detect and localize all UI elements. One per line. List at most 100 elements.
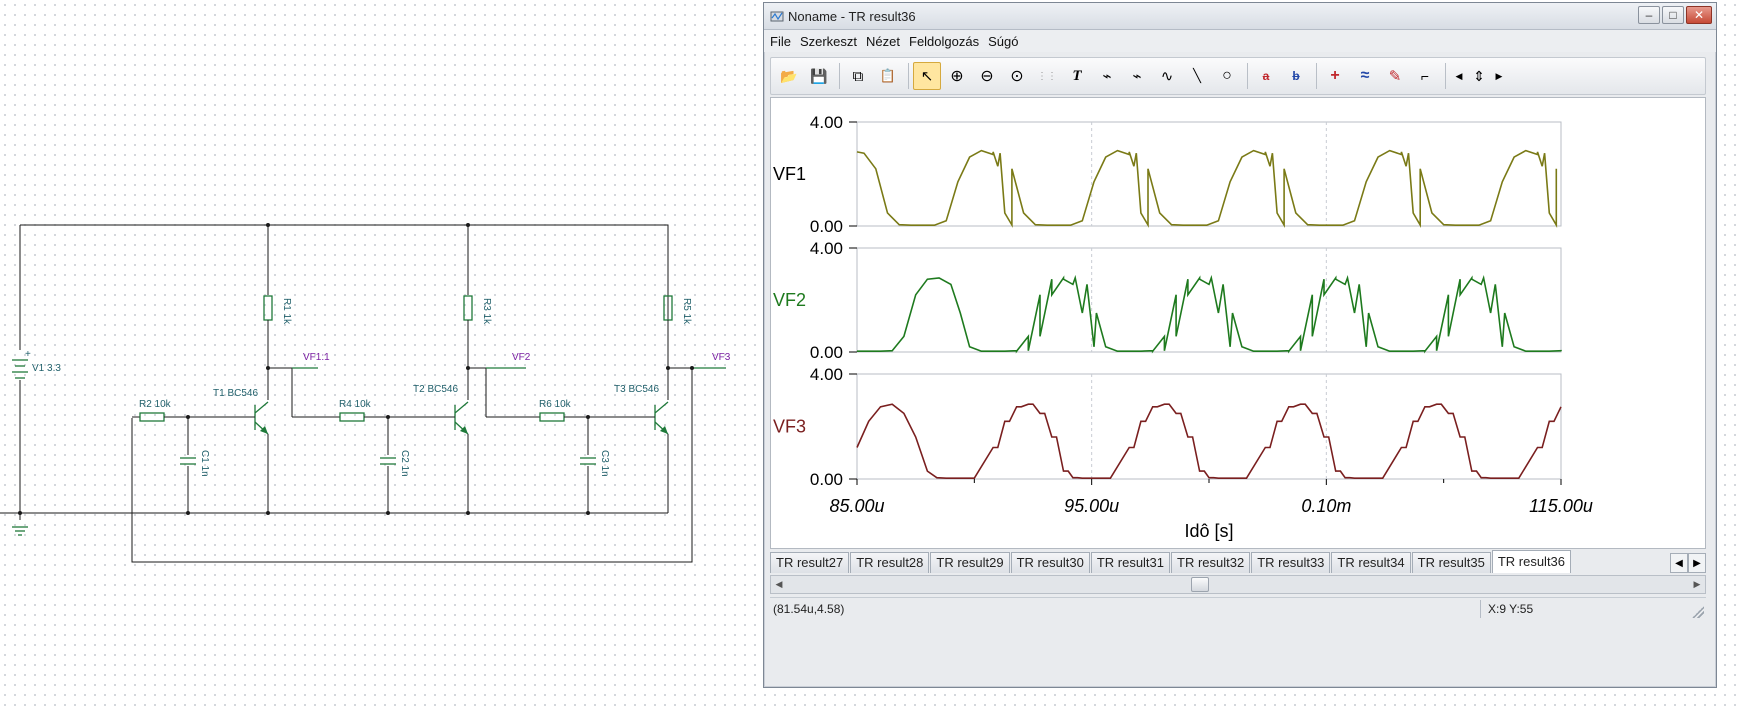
result-tabs: TR result27 TR result28 TR result29 TR r… [770,550,1706,573]
pointer-button[interactable]: ↖ [913,62,941,90]
next-button[interactable]: ▶ [1490,62,1508,90]
cursor-b-button[interactable]: b [1282,62,1310,90]
horizontal-scrollbar[interactable]: ◀ ▶ [770,575,1706,594]
menu-file[interactable]: File [770,34,791,49]
cursor-a-button[interactable]: a [1252,62,1280,90]
y-tick-min: 0.00 [810,470,843,489]
text-icon: T [1072,67,1082,84]
line-button[interactable]: ╲ [1183,62,1211,90]
tab-scroll-left-button[interactable]: ◀ [1670,553,1688,573]
tab-tr-result35[interactable]: TR result35 [1411,552,1491,573]
close-button[interactable]: ✕ [1686,6,1712,24]
waveform-charts[interactable]: 4.00 0.00 VF1 4.00 0.00 VF2 4.00 0.00 VF3 85.00u… [771,98,1703,546]
y-tick-min: 0.00 [810,217,843,236]
panel-vf3[interactable]: 4.00 0.00 VF3 [773,365,1562,489]
marker2-button[interactable]: ⌁ [1123,62,1151,90]
title-bar[interactable]: Noname - TR result36 – □ ✕ [764,3,1716,30]
text-button[interactable]: T [1063,62,1091,90]
plot-frame [856,121,1562,227]
r6-label: R6 10k [539,399,572,410]
tab-tr-result29[interactable]: TR result29 [930,552,1010,573]
menu-edit[interactable]: Szerkeszt [800,34,857,49]
t2-label: T2 BC546 [413,384,458,395]
prev-button[interactable]: ◀ [1450,62,1468,90]
cursor-b-icon: b [1292,69,1300,83]
series-label-vf1: VF1 [773,164,806,184]
window-title: Noname - TR result36 [788,9,916,24]
minimize-button[interactable]: – [1638,6,1660,24]
resistor-r4[interactable] [339,412,365,422]
save-button[interactable]: 💾 [805,62,833,90]
panel-vf2[interactable]: 4.00 0.00 VF2 [773,239,1562,362]
zoom-100-icon: ⊙ [1010,68,1024,85]
x-tick-label: 0.10m [1301,496,1351,516]
status-bar: (81.54u,4.58) X:9 Y:55 [770,597,1706,620]
paste-icon: 📋 [879,68,897,83]
flag-button[interactable]: ⌐ [1411,62,1439,90]
zoom-100-button[interactable]: ⊙ [1003,62,1031,90]
maximize-button[interactable]: □ [1662,6,1684,24]
function-icon: ∿ [1160,68,1174,85]
x-tick-label: 85.00u [829,496,884,516]
scroll-left-button[interactable]: ◀ [771,576,787,593]
y-tick-min: 0.00 [810,343,843,362]
capacitor-c1[interactable] [180,457,196,465]
add-curves-button[interactable]: ≈ [1351,62,1379,90]
resistor-r3[interactable] [463,295,473,321]
tab-tr-result32[interactable]: TR result32 [1171,552,1251,573]
marker-button[interactable]: ⌁ [1093,62,1121,90]
function-button[interactable]: ∿ [1153,62,1181,90]
tab-tr-result34[interactable]: TR result34 [1331,552,1411,573]
x-axis-label: Idô [s] [1184,521,1233,541]
transistor-t2[interactable] [454,401,469,435]
tab-tr-result31[interactable]: TR result31 [1090,552,1171,573]
capacitor-c3[interactable] [580,457,596,465]
tr-result-window: Noname - TR result36 – □ ✕ File Szerkesz… [763,2,1717,688]
panel-vf1[interactable]: 4.00 0.00 VF1 [773,113,1562,236]
tab-tr-result33[interactable]: TR result33 [1251,552,1331,573]
menu-process[interactable]: Feldolgozás [909,34,979,49]
junction-dots [18,223,694,515]
tab-tr-result30[interactable]: TR result30 [1010,552,1090,573]
c3-label: C3 1n [599,450,610,477]
menu-help[interactable]: Súgó [988,34,1018,49]
paste-button[interactable]: 📋 [874,62,902,90]
tab-tr-result27[interactable]: TR result27 [770,552,850,573]
zoom-in-button[interactable]: ⊕ [943,62,971,90]
scroll-right-button[interactable]: ▶ [1689,576,1705,593]
resistor-r6[interactable] [539,412,565,422]
tab-tr-result28[interactable]: TR result28 [850,552,930,573]
c1-label: C1 1n [199,450,210,477]
copy-button[interactable]: ⧉ [844,62,872,90]
wand-button[interactable]: ✎ [1381,62,1409,90]
menu-bar: File Szerkeszt Nézet Feldolgozás Súgó [764,30,1716,52]
probe-vf3-label: VF3 [712,352,731,363]
scroll-thumb[interactable] [1191,577,1209,592]
chart-area[interactable]: 4.00 0.00 VF1 4.00 0.00 VF2 4.00 0.00 VF3 85.00u… [770,97,1706,549]
open-button[interactable]: 📂 [775,62,803,90]
circle-button[interactable]: ○ [1213,62,1241,90]
tab-tr-result36[interactable]: TR result36 [1491,550,1572,573]
add-curve-button[interactable]: + [1321,62,1349,90]
zoom-out-button[interactable]: ⊖ [973,62,1001,90]
updown-button[interactable]: ⇕ [1470,62,1488,90]
pointer-icon: ↖ [920,68,934,85]
transistor-t3[interactable] [654,401,669,435]
open-icon: 📂 [780,67,798,84]
x-tick-label: 95.00u [1064,496,1119,516]
tab-scroll-right-button[interactable]: ▶ [1688,553,1706,573]
source-label: V1 3.3 [32,363,61,374]
voltage-source-v1[interactable]: V1 3.3 + [12,349,61,379]
grid-button[interactable]: ⋮⋮ [1033,62,1061,90]
resistor-r1[interactable] [263,295,273,321]
arrow-left-icon: ◀ [1455,70,1463,81]
capacitor-c2[interactable] [380,457,396,465]
vcc-top-rail [20,224,669,355]
resize-grip[interactable] [1692,606,1704,618]
r5-label: R5 1k [681,298,692,325]
resistor-r2[interactable] [139,412,165,422]
t3-label: T3 BC546 [614,384,659,395]
menu-view[interactable]: Nézet [866,34,900,49]
transistor-t1[interactable] [254,401,269,435]
circuit-schematic[interactable]: V1 3.3 + R1 1k VF1:1 T1 BC546 R2 10k C1 … [0,0,760,708]
